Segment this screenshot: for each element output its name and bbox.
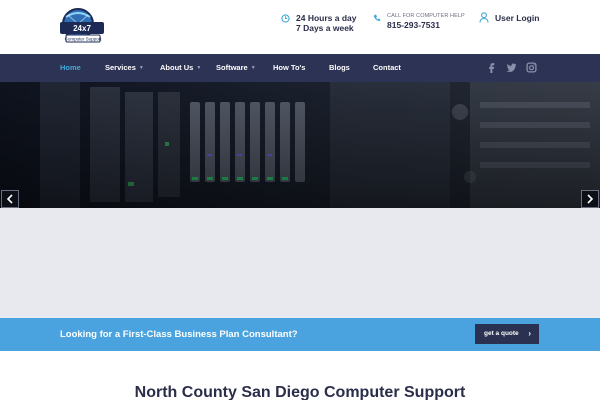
chevron-down-icon: ▼ bbox=[196, 65, 202, 71]
content-placeholder-band bbox=[0, 208, 600, 318]
hero-slider-image bbox=[0, 82, 600, 208]
slider-prev-button[interactable] bbox=[1, 190, 19, 208]
nav-label: Blogs bbox=[329, 63, 350, 72]
phone-info[interactable]: CALL FOR COMPUTER HELP 815-293-7531 bbox=[373, 13, 465, 30]
nav-item-home[interactable]: Home bbox=[60, 54, 81, 82]
instagram-icon[interactable] bbox=[526, 62, 537, 73]
hours-line-1: 24 Hours a day bbox=[296, 13, 357, 23]
user-login-link[interactable]: User Login bbox=[479, 12, 539, 23]
get-a-quote-button[interactable]: get a quote › bbox=[475, 324, 539, 344]
nav-item-about-us[interactable]: About Us ▼ bbox=[160, 54, 201, 82]
chevron-left-icon bbox=[6, 194, 13, 204]
facebook-icon[interactable] bbox=[486, 62, 497, 73]
cta-text: Looking for a First-Class Business Plan … bbox=[60, 329, 298, 340]
user-icon bbox=[479, 12, 489, 23]
cta-banner: Looking for a First-Class Business Plan … bbox=[0, 318, 600, 351]
svg-text:Computer Support: Computer Support bbox=[65, 37, 103, 42]
page-heading: North County San Diego Computer Support bbox=[134, 384, 466, 400]
nav-item-how-tos[interactable]: How To's bbox=[273, 54, 305, 82]
hours-line-2: 7 Days a week bbox=[296, 23, 354, 33]
site-header: 24x7 Computer Support 24 Hours a day 7 D… bbox=[0, 0, 600, 54]
user-login-label: User Login bbox=[495, 12, 540, 23]
chevron-down-icon: ▼ bbox=[250, 65, 256, 71]
nav-label: How To's bbox=[273, 63, 306, 72]
nav-item-services[interactable]: Services ▼ bbox=[105, 54, 144, 82]
chevron-down-icon: ▼ bbox=[138, 65, 144, 71]
get-a-quote-label: get a quote bbox=[484, 330, 519, 337]
nav-label: Home bbox=[60, 63, 81, 72]
chevron-right-icon: › bbox=[528, 329, 531, 338]
main-navigation: Home Services ▼ About Us ▼ Software ▼ How T… bbox=[0, 54, 600, 82]
nav-label: Contact bbox=[373, 63, 401, 72]
nav-item-software[interactable]: Software ▼ bbox=[216, 54, 256, 82]
svg-text:24x7: 24x7 bbox=[73, 24, 91, 33]
phone-label: CALL FOR COMPUTER HELP bbox=[387, 13, 465, 19]
clock-icon bbox=[281, 14, 290, 23]
twitter-icon[interactable] bbox=[506, 62, 517, 73]
server-rack-image bbox=[0, 82, 600, 208]
nav-label: Software bbox=[216, 63, 248, 72]
site-logo[interactable]: 24x7 Computer Support bbox=[58, 5, 106, 47]
phone-icon bbox=[373, 14, 381, 21]
nav-label: Services bbox=[105, 63, 136, 72]
hours-info: 24 Hours a day 7 Days a week bbox=[281, 13, 356, 33]
phone-number[interactable]: 815-293-7531 bbox=[387, 20, 465, 30]
nav-item-blogs[interactable]: Blogs bbox=[329, 54, 350, 82]
nav-item-contact[interactable]: Contact bbox=[373, 54, 401, 82]
nav-label: About Us bbox=[160, 63, 194, 72]
slider-next-button[interactable] bbox=[581, 190, 599, 208]
chevron-right-icon bbox=[587, 194, 594, 204]
